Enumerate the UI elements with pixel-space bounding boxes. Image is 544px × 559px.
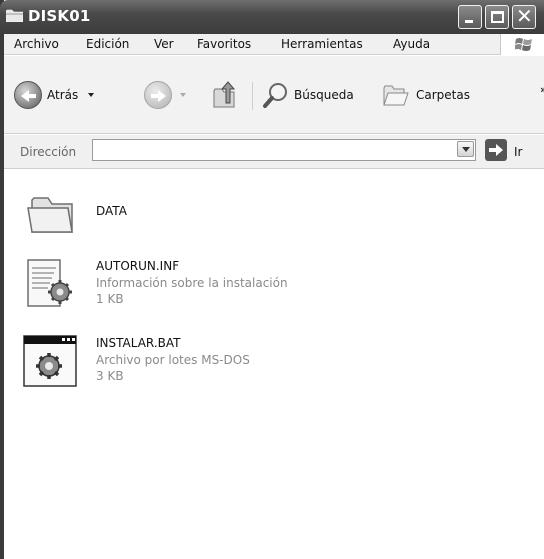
address-dropdown-button[interactable] — [457, 141, 474, 157]
setup-info-file-icon — [27, 259, 72, 307]
explorer-window: DISK01 ✕ Archivo Edición Ver Favoritos H… — [0, 0, 544, 559]
list-item[interactable]: DATA — [22, 184, 342, 242]
file-list: DATA AUTORUN.INF Información sobre la in… — [4, 170, 544, 559]
folders-label: Carpetas — [416, 88, 470, 102]
standard-toolbar: Atrás Búsqueda Carpetas — [4, 56, 544, 134]
folders-button[interactable]: Carpetas — [382, 82, 470, 108]
forward-arrow-icon — [144, 81, 172, 109]
address-bar: Dirección Ir — [4, 135, 544, 169]
up-folder-button[interactable] — [212, 81, 238, 109]
menu-ver[interactable]: Ver — [154, 37, 174, 51]
file-type: Información sobre la instalación — [96, 276, 288, 290]
folder-icon — [27, 197, 73, 233]
folder-icon — [6, 9, 23, 22]
menu-bar: Archivo Edición Ver Favoritos Herramient… — [4, 34, 544, 55]
file-type: Archivo por lotes MS-DOS — [96, 353, 250, 367]
title-bar[interactable]: DISK01 ✕ — [0, 0, 544, 34]
menu-archivo[interactable]: Archivo — [14, 37, 59, 51]
toolbar-separator — [252, 82, 253, 110]
back-history-dropdown-icon[interactable] — [88, 93, 95, 97]
search-button[interactable]: Búsqueda — [262, 81, 354, 109]
menu-ayuda[interactable]: Ayuda — [393, 37, 430, 51]
close-button[interactable]: ✕ — [512, 4, 536, 29]
file-name: INSTALAR.BAT — [96, 336, 181, 350]
back-label: Atrás — [47, 88, 79, 102]
windows-flag-icon — [515, 38, 532, 51]
forward-history-dropdown-icon[interactable] — [180, 93, 186, 97]
back-arrow-icon — [14, 81, 42, 109]
window-title: DISK01 — [28, 7, 91, 25]
folder-up-icon — [213, 81, 236, 108]
menu-favoritos[interactable]: Favoritos — [197, 37, 251, 51]
batch-file-icon — [23, 335, 77, 387]
file-size: 3 KB — [96, 369, 124, 383]
file-size: 1 KB — [96, 292, 124, 306]
list-item[interactable]: INSTALAR.BAT Archivo por lotes MS-DOS 3 … — [22, 334, 342, 394]
folders-icon — [383, 85, 409, 106]
menu-herramientas[interactable]: Herramientas — [281, 37, 363, 51]
list-item[interactable]: AUTORUN.INF Información sobre la instala… — [22, 256, 342, 316]
toolbar-overflow-chevron[interactable]: » — [540, 83, 544, 96]
maximize-icon — [491, 11, 504, 23]
windows-logo — [500, 34, 544, 55]
address-label: Dirección — [20, 145, 77, 159]
go-button-label[interactable]: Ir — [514, 145, 522, 159]
search-label: Búsqueda — [294, 88, 354, 102]
file-name: AUTORUN.INF — [96, 259, 180, 273]
close-icon: ✕ — [516, 4, 533, 28]
minimize-button[interactable] — [458, 5, 482, 29]
maximize-button[interactable] — [485, 5, 509, 29]
minimize-icon — [465, 20, 473, 23]
search-icon — [263, 83, 287, 108]
back-button[interactable]: Atrás — [14, 81, 95, 109]
address-input-overlay — [92, 139, 476, 161]
forward-button[interactable] — [144, 81, 186, 109]
menu-edicion[interactable]: Edición — [86, 37, 129, 51]
file-name: DATA — [96, 204, 127, 218]
go-arrow-icon[interactable] — [485, 139, 507, 161]
